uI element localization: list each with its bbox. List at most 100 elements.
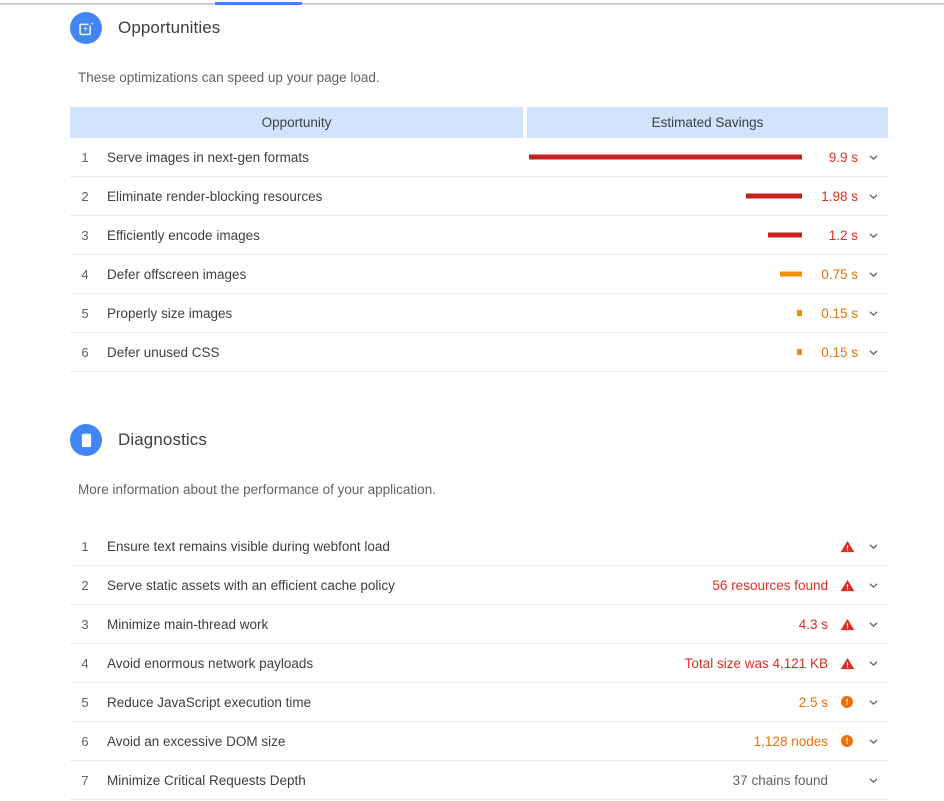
opportunity-row[interactable]: 1 Serve images in next-gen formats 9.9 s xyxy=(70,138,888,177)
savings-bar xyxy=(797,310,802,316)
opportunity-label: Properly size images xyxy=(107,305,233,321)
error-triangle-icon xyxy=(836,617,858,632)
image-sparkle-icon xyxy=(70,12,102,44)
opportunity-row[interactable]: 6 Defer unused CSS 0.15 s xyxy=(70,333,888,372)
savings-bar-track xyxy=(522,333,802,372)
error-triangle-icon xyxy=(836,539,858,554)
savings-value: 0.75 s xyxy=(821,266,858,282)
opportunities-table: Opportunity Estimated Savings 1 Serve ima… xyxy=(70,107,888,372)
chevron-down-icon[interactable] xyxy=(858,735,888,748)
savings-bar xyxy=(529,154,802,160)
opportunities-description: These optimizations can speed up your pa… xyxy=(78,70,380,85)
opportunity-label: Eliminate render-blocking resources xyxy=(107,188,323,204)
chevron-down-icon[interactable] xyxy=(858,618,888,631)
savings-cell: 1.2 s xyxy=(522,216,888,255)
diagnostic-row[interactable]: 7 Minimize Critical Requests Depth 37 chai… xyxy=(70,761,888,800)
row-index: 1 xyxy=(81,538,89,554)
chevron-down-icon[interactable] xyxy=(858,229,888,242)
browser-tab-strip xyxy=(0,0,944,8)
savings-cell: 9.9 s xyxy=(522,138,888,177)
chevron-down-icon[interactable] xyxy=(858,151,888,164)
chevron-down-icon[interactable] xyxy=(858,190,888,203)
diagnostics-heading: Diagnostics xyxy=(0,420,944,460)
diagnostic-value-cell xyxy=(828,539,888,554)
chevron-down-icon[interactable] xyxy=(858,346,888,359)
savings-bar-track xyxy=(522,294,802,333)
savings-cell: 0.15 s xyxy=(522,333,888,372)
diagnostic-value-cell: 2.5 s xyxy=(799,695,888,710)
diagnostics-row-list: 1 Ensure text remains visible during webf… xyxy=(70,527,888,800)
row-index: 2 xyxy=(81,188,89,204)
opportunity-row[interactable]: 3 Efficiently encode images 1.2 s xyxy=(70,216,888,255)
savings-cell: 1.98 s xyxy=(522,177,888,216)
diagnostic-value: 56 resources found xyxy=(712,577,828,593)
row-index: 1 xyxy=(81,149,89,165)
savings-bar xyxy=(780,271,802,277)
diagnostic-row[interactable]: 3 Minimize main-thread work 4.3 s xyxy=(70,605,888,644)
diagnostic-label: Reduce JavaScript execution time xyxy=(107,694,312,710)
diagnostic-label: Minimize Critical Requests Depth xyxy=(107,772,306,788)
savings-value: 9.9 s xyxy=(828,149,858,165)
opportunities-title: Opportunities xyxy=(118,18,221,37)
savings-value: 1.2 s xyxy=(828,227,858,243)
opportunities-table-header: Opportunity Estimated Savings xyxy=(70,107,888,138)
diagnostic-label: Avoid an excessive DOM size xyxy=(107,733,286,749)
diagnostic-row[interactable]: 4 Avoid enormous network payloads Total si… xyxy=(70,644,888,683)
row-index: 4 xyxy=(81,655,89,671)
savings-value: 0.15 s xyxy=(821,344,858,360)
diagnostic-label: Serve static assets with an efficient ca… xyxy=(107,577,395,593)
clipboard-icon xyxy=(70,424,102,456)
row-index: 6 xyxy=(81,344,89,360)
diagnostic-value-cell: 56 resources found xyxy=(712,578,888,593)
opportunity-label: Serve images in next-gen formats xyxy=(107,149,309,165)
diagnostic-row[interactable]: 1 Ensure text remains visible during webf… xyxy=(70,527,888,566)
savings-bar-track xyxy=(522,216,802,255)
row-index: 5 xyxy=(81,305,89,321)
chevron-down-icon[interactable] xyxy=(858,540,888,553)
diagnostic-value-cell: Total size was 4,121 KB xyxy=(685,656,888,671)
savings-cell: 0.15 s xyxy=(522,294,888,333)
diagnostic-value: 1,128 nodes xyxy=(753,733,828,749)
diagnostic-label: Minimize main-thread work xyxy=(107,616,269,632)
diagnostic-row[interactable]: 5 Reduce JavaScript execution time 2.5 s xyxy=(70,683,888,722)
diagnostic-value-cell: 1,128 nodes xyxy=(754,734,888,749)
diagnostic-value: 37 chains found xyxy=(732,772,828,788)
savings-bar-track xyxy=(522,138,802,177)
active-tab-indicator[interactable] xyxy=(215,2,302,5)
opportunities-row-list: 1 Serve images in next-gen formats 9.9 s 2 E… xyxy=(70,138,888,372)
diagnostic-value-cell: 4.3 s xyxy=(799,617,888,632)
savings-bar xyxy=(746,193,802,199)
chevron-down-icon[interactable] xyxy=(858,268,888,281)
warning-circle-icon xyxy=(836,695,858,709)
column-header-opportunity: Opportunity xyxy=(70,107,523,138)
row-index: 7 xyxy=(81,772,89,788)
column-header-estimated-savings: Estimated Savings xyxy=(527,107,888,138)
diagnostic-value: 4.3 s xyxy=(798,616,828,632)
report-body: Opportunities These optimizations can sp… xyxy=(0,8,944,800)
chevron-down-icon[interactable] xyxy=(858,579,888,592)
chevron-down-icon[interactable] xyxy=(858,657,888,670)
savings-bar-track xyxy=(522,177,802,216)
savings-bar xyxy=(797,349,802,355)
row-index: 5 xyxy=(81,694,89,710)
diagnostics-table: 1 Ensure text remains visible during webf… xyxy=(70,527,888,800)
tab-strip-divider xyxy=(0,3,944,5)
opportunity-row[interactable]: 4 Defer offscreen images 0.75 s xyxy=(70,255,888,294)
chevron-down-icon[interactable] xyxy=(858,307,888,320)
savings-cell: 0.75 s xyxy=(522,255,888,294)
diagnostic-value: Total size was 4,121 KB xyxy=(684,655,828,671)
diagnostic-label: Avoid enormous network payloads xyxy=(107,655,314,671)
opportunity-row[interactable]: 2 Eliminate render-blocking resources 1.98… xyxy=(70,177,888,216)
chevron-down-icon[interactable] xyxy=(858,696,888,709)
diagnostics-title: Diagnostics xyxy=(118,430,207,449)
error-triangle-icon xyxy=(836,656,858,671)
opportunity-row[interactable]: 5 Properly size images 0.15 s xyxy=(70,294,888,333)
row-index: 4 xyxy=(81,266,89,282)
diagnostic-row[interactable]: 6 Avoid an excessive DOM size 1,128 nodes xyxy=(70,722,888,761)
savings-value: 0.15 s xyxy=(821,305,858,321)
error-triangle-icon xyxy=(836,578,858,593)
warning-circle-icon xyxy=(836,734,858,748)
diagnostic-row[interactable]: 2 Serve static assets with an efficient c… xyxy=(70,566,888,605)
chevron-down-icon[interactable] xyxy=(858,774,888,787)
savings-value: 1.98 s xyxy=(821,188,858,204)
